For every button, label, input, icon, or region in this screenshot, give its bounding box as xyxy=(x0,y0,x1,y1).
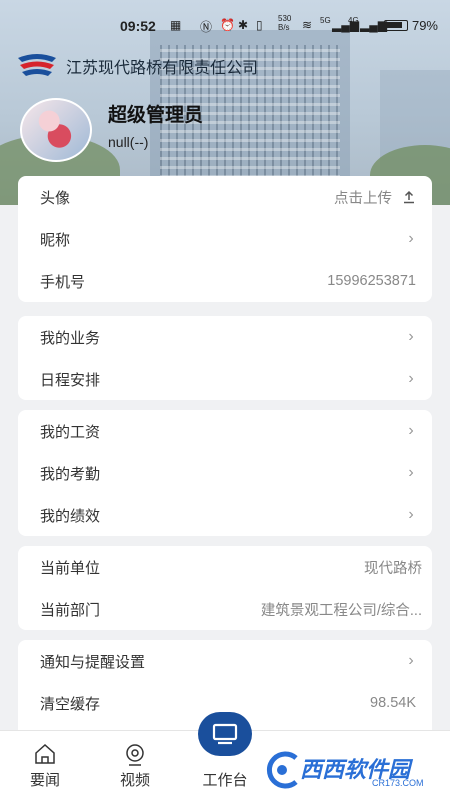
wifi-icon: ≋ xyxy=(302,18,313,32)
row-label: 我的绩效 xyxy=(40,507,101,525)
chevron-right-icon: › xyxy=(408,422,414,439)
row-performance[interactable]: 我的绩效 › xyxy=(18,494,432,536)
row-my-business[interactable]: 我的业务 › xyxy=(18,316,432,358)
row-label: 手机号 xyxy=(40,273,86,291)
row-label: 当前单位 xyxy=(40,559,101,577)
home-icon xyxy=(35,743,55,764)
row-attendance[interactable]: 我的考勤 › xyxy=(18,452,432,494)
row-label: 我的业务 xyxy=(40,329,101,347)
vibrate-icon: ▯ xyxy=(256,18,263,32)
row-phone: 手机号 15996253871 xyxy=(18,260,432,302)
row-value: 现代路桥 xyxy=(364,560,422,577)
row-current-department[interactable]: 当前部门 建筑景观工程公司/综合... xyxy=(18,588,432,630)
signal-icon-2: ▂▄▆ xyxy=(360,18,387,32)
tab-news[interactable]: 要闻 xyxy=(0,731,90,800)
profile-section: 超级管理员 null(--) xyxy=(20,98,203,162)
row-value: 点击上传 xyxy=(334,190,392,207)
card-profile-info: 头像 点击上传 昵称 › 手机号 15996253871 xyxy=(18,176,432,302)
nfc-icon: Ⓝ xyxy=(200,20,213,34)
card-organization: 当前单位 现代路桥 当前部门 建筑景观工程公司/综合... xyxy=(18,546,432,630)
battery: 79% xyxy=(383,18,438,33)
row-value: 建筑景观工程公司/综合... xyxy=(260,602,422,619)
camera-icon xyxy=(126,744,144,766)
row-label: 昵称 xyxy=(40,231,71,249)
row-label: 当前部门 xyxy=(40,601,101,619)
watermark-url: CR173.COM xyxy=(372,778,424,788)
tab-label: 工作台 xyxy=(202,772,248,789)
tab-video[interactable]: 视频 xyxy=(90,731,180,800)
avatar[interactable] xyxy=(20,98,92,162)
row-notification-settings[interactable]: 通知与提醒设置 › xyxy=(18,640,432,682)
row-label: 日程安排 xyxy=(40,371,101,389)
row-avatar[interactable]: 头像 点击上传 xyxy=(18,176,432,218)
status-time: 09:52 xyxy=(120,18,156,34)
row-nickname[interactable]: 昵称 › xyxy=(18,218,432,260)
monitor-icon xyxy=(212,723,238,745)
chevron-right-icon: › xyxy=(408,328,414,345)
chevron-right-icon: › xyxy=(408,652,414,669)
user-sub: null(--) xyxy=(108,134,149,150)
signal-label-2: 4G xyxy=(348,16,359,25)
row-label: 头像 xyxy=(40,189,71,207)
card-business: 我的业务 › 日程安排 › xyxy=(18,316,432,400)
company-logo-icon xyxy=(16,52,58,80)
chevron-right-icon: › xyxy=(408,370,414,387)
user-name: 超级管理员 xyxy=(108,105,204,126)
workbench-button[interactable] xyxy=(198,712,252,756)
upload-icon xyxy=(404,190,414,204)
row-schedule[interactable]: 日程安排 › xyxy=(18,358,432,400)
chevron-right-icon: › xyxy=(408,464,414,481)
alarm-icon: ⏰ xyxy=(220,18,235,32)
watermark: 西西软件园 CR173.COM xyxy=(260,748,440,792)
chevron-right-icon: › xyxy=(408,506,414,523)
watermark-logo-icon xyxy=(266,751,298,789)
company-name: 江苏现代路桥有限责任公司 xyxy=(66,60,259,77)
net-speed: 530 B/s xyxy=(278,14,292,32)
row-current-unit[interactable]: 当前单位 现代路桥 xyxy=(18,546,432,588)
row-label: 通知与提醒设置 xyxy=(40,653,146,671)
row-value: 15996253871 xyxy=(327,273,416,289)
chevron-right-icon: › xyxy=(408,230,414,247)
signal-label-1: 5G xyxy=(320,16,331,25)
row-salary[interactable]: 我的工资 › xyxy=(18,410,432,452)
row-label: 我的工资 xyxy=(40,423,101,441)
bluetooth-icon: ✱ xyxy=(238,18,249,32)
battery-icon xyxy=(383,20,408,31)
row-label: 我的考勤 xyxy=(40,465,101,483)
card-personal: 我的工资 › 我的考勤 › 我的绩效 › xyxy=(18,410,432,536)
row-label: 清空缓存 xyxy=(40,695,101,713)
tab-label: 要闻 xyxy=(29,772,60,789)
company-header: 江苏现代路桥有限责任公司 xyxy=(16,52,258,80)
tab-label: 视频 xyxy=(119,772,150,789)
status-bar: 09:52 ▦ Ⓝ ⏰ ✱ ▯ 530 B/s ≋ 5G ▂▄▆ 4G ▂▄▆ … xyxy=(0,0,450,42)
row-value: 98.54K xyxy=(370,695,416,711)
gallery-icon: ▦ xyxy=(170,18,182,32)
battery-level: 79% xyxy=(411,18,438,33)
